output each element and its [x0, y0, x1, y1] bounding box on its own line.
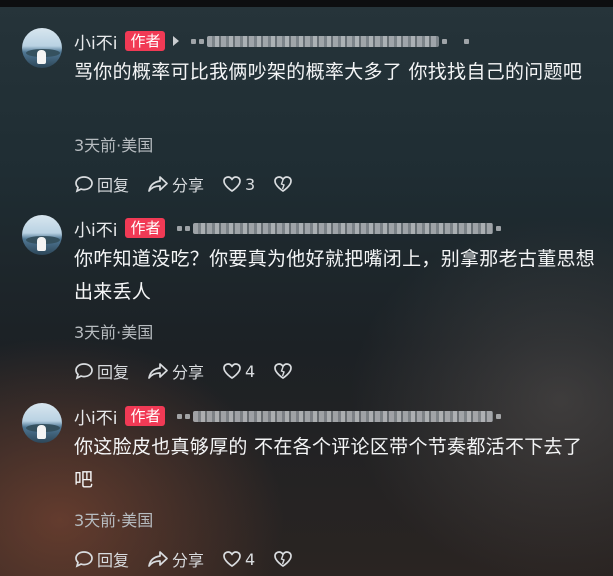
arrow-right-icon: [173, 36, 180, 46]
share-icon: [148, 363, 168, 379]
comment-text: 骂你的概率可比我俩吵架的概率大多了 你找找自己的问题吧: [74, 61, 583, 83]
dislike-heart-icon: [274, 176, 293, 192]
like-count: 3: [245, 174, 256, 194]
comment-meta: 3天前·美国: [74, 136, 154, 155]
avatar[interactable]: [22, 403, 62, 443]
heart-icon: [223, 363, 241, 379]
reply-label: 回复: [97, 551, 130, 570]
dislike-heart-icon: [274, 363, 293, 379]
reply-button[interactable]: 回复: [74, 547, 129, 571]
comment-meta: 3天前·美国: [74, 323, 154, 342]
reply-button[interactable]: 回复: [74, 172, 129, 196]
reply-target-username[interactable]: [177, 410, 502, 422]
share-button[interactable]: 分享: [147, 547, 204, 571]
comment-actions: 回复 分享 3: [74, 172, 314, 196]
heart-icon: [223, 176, 241, 192]
reply-label: 回复: [97, 363, 130, 382]
comment-actions: 回复 分享 4: [74, 359, 314, 383]
comment-text: 你这脸皮也真够厚的 不在各个评论区带个节奏都活不下去了吧: [74, 436, 583, 491]
author-badge: 作者: [125, 218, 166, 238]
reply-label: 回复: [97, 176, 130, 195]
like-button[interactable]: 4: [222, 362, 255, 381]
share-label: 分享: [172, 176, 205, 195]
avatar[interactable]: [22, 28, 62, 68]
comment-header: 小i不i 作者: [74, 404, 502, 429]
share-button[interactable]: 分享: [147, 359, 204, 383]
dislike-button[interactable]: [273, 362, 296, 380]
reply-target-username[interactable]: [177, 222, 502, 234]
reply-target-username[interactable]: [191, 35, 470, 47]
author-badge: 作者: [125, 406, 166, 426]
share-label: 分享: [172, 551, 205, 570]
top-bar: [0, 0, 613, 7]
like-button[interactable]: 4: [222, 550, 255, 569]
share-icon: [148, 176, 168, 192]
author-badge: 作者: [125, 31, 166, 51]
comment-header: 小i不i 作者: [74, 216, 502, 241]
comment-actions: 回复 分享 4: [74, 547, 314, 571]
like-count: 4: [245, 361, 256, 381]
share-icon: [148, 551, 168, 567]
username[interactable]: 小i不i: [74, 404, 117, 429]
like-count: 4: [245, 549, 256, 569]
username[interactable]: 小i不i: [74, 29, 117, 54]
dislike-button[interactable]: [273, 175, 296, 193]
comment-header: 小i不i 作者: [74, 29, 470, 54]
like-button[interactable]: 3: [222, 175, 255, 194]
reply-icon: [75, 551, 93, 568]
avatar[interactable]: [22, 215, 62, 255]
share-label: 分享: [172, 363, 205, 382]
username[interactable]: 小i不i: [74, 216, 117, 241]
reply-icon: [75, 176, 93, 193]
heart-icon: [223, 551, 241, 567]
dislike-heart-icon: [274, 551, 293, 567]
reply-icon: [75, 363, 93, 380]
comment-text: 你咋知道没吃？你要真为他好就把嘴闭上，别拿那老古董思想出来丢人: [74, 248, 596, 303]
reply-button[interactable]: 回复: [74, 359, 129, 383]
comment-meta: 3天前·美国: [74, 511, 154, 530]
dislike-button[interactable]: [273, 550, 296, 568]
share-button[interactable]: 分享: [147, 172, 204, 196]
